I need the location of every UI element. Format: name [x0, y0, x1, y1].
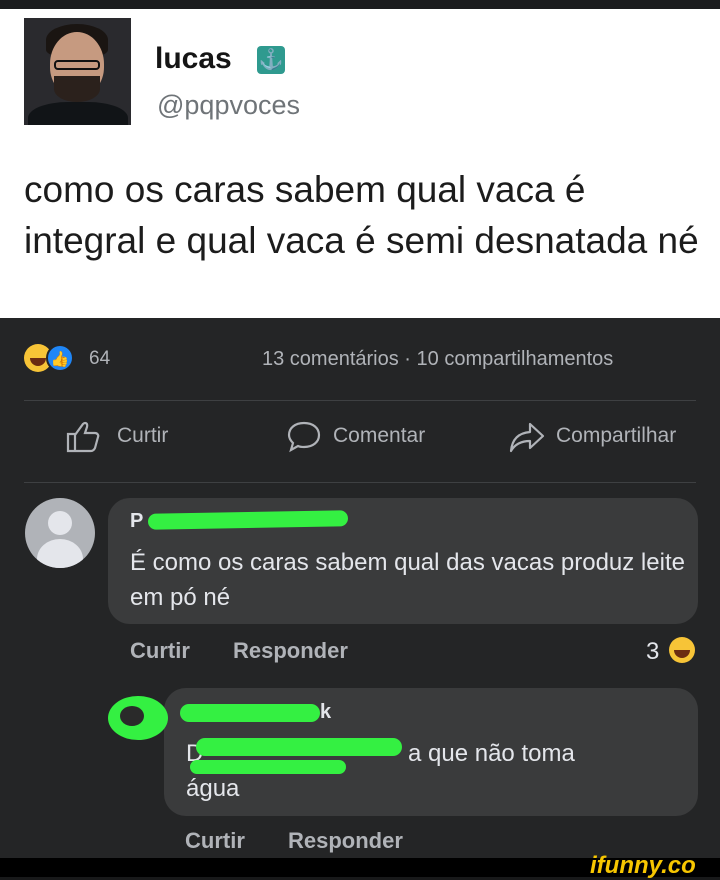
anchor-icon: ⚓ [257, 46, 285, 74]
share-icon [509, 422, 545, 453]
comment-like-button[interactable]: Curtir [130, 638, 190, 664]
comment-icon [287, 421, 321, 453]
avatar[interactable] [25, 498, 95, 568]
reply-like-button[interactable]: Curtir [185, 828, 245, 854]
redaction-mark [180, 704, 320, 722]
reply-text-line2: água [186, 775, 240, 802]
tweet-author-name: lucas [155, 42, 232, 75]
tweet-text: como os caras sabem qual vaca é integral… [24, 169, 699, 261]
top-bar [0, 0, 720, 9]
thumbs-up-icon [66, 421, 100, 453]
redaction-mark [196, 738, 402, 756]
avatar[interactable] [108, 696, 168, 740]
post-stats[interactable]: 13 comentários · 10 compartilhamentos [262, 348, 613, 371]
comment-author[interactable]: P [130, 510, 143, 533]
divider [24, 482, 696, 483]
reaction-count[interactable]: 64 [89, 348, 110, 370]
comment-button-label: Comentar [333, 424, 426, 447]
comment-reaction-count[interactable]: 3 [646, 638, 659, 666]
ifunny-watermark: ifunny.co [590, 852, 696, 879]
reply-author[interactable]: k [320, 701, 331, 724]
divider [24, 400, 696, 401]
haha-reaction-icon [669, 637, 695, 663]
comment-text: É como os caras sabem qual das vacas pro… [130, 549, 685, 611]
like-reaction-icon: 👍 [46, 344, 74, 372]
share-button-label: Compartilhar [556, 424, 677, 447]
like-button-label: Curtir [117, 424, 169, 447]
tweet-avatar [24, 18, 131, 125]
comment-reply-button[interactable]: Responder [233, 638, 348, 664]
tweet-author-handle: @pqpvoces [157, 90, 300, 120]
reply-text-end: a que não toma [408, 740, 575, 767]
reply-reply-button[interactable]: Responder [288, 828, 403, 854]
